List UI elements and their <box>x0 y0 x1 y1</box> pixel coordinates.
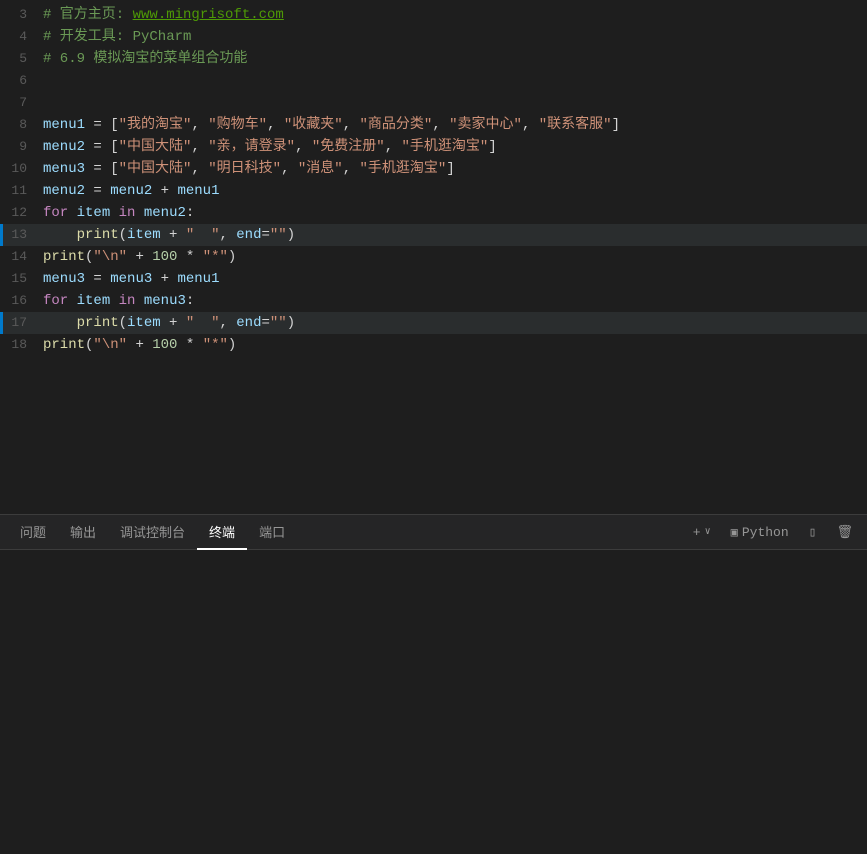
split-icon: ▯ <box>809 525 817 540</box>
code-line-14: 14 print("\n" + 100 * "*") <box>0 246 867 268</box>
line-content-13: print(item + " ", end="") <box>43 224 867 246</box>
line-content-16: for item in menu3: <box>43 290 867 312</box>
line-num-12: 12 <box>3 202 43 224</box>
code-line-17: 17 print(item + " ", end="") <box>0 312 867 334</box>
line-num-3: 3 <box>3 4 43 26</box>
panel-tabs-bar: 问题 输出 调试控制台 终端 端口 + ∨ ▣ Python ▯ <box>0 515 867 550</box>
line-content-14: print("\n" + 100 * "*") <box>43 246 867 268</box>
tab-output[interactable]: 输出 <box>58 515 108 550</box>
code-line-3: 3 # 官方主页: www.mingrisoft.com <box>0 4 867 26</box>
code-line-18: 18 print("\n" + 100 * "*") <box>0 334 867 356</box>
tab-ports[interactable]: 端口 <box>247 515 297 550</box>
code-line-11: 11 menu2 = menu2 + menu1 <box>0 180 867 202</box>
code-line-4: 4 # 开发工具: PyCharm <box>0 26 867 48</box>
line-content-15: menu3 = menu3 + menu1 <box>43 268 867 290</box>
line-content-11: menu2 = menu2 + menu1 <box>43 180 867 202</box>
line-num-9: 9 <box>3 136 43 158</box>
line-content-3: # 官方主页: www.mingrisoft.com <box>43 4 867 26</box>
line-content-12: for item in menu2: <box>43 202 867 224</box>
line-content-8: menu1 = ["我的淘宝", "购物车", "收藏夹", "商品分类", "… <box>43 114 867 136</box>
line-content-18: print("\n" + 100 * "*") <box>43 334 867 356</box>
code-line-5: 5 # 6.9 模拟淘宝的菜单组合功能 <box>0 48 867 70</box>
line-num-7: 7 <box>3 92 43 114</box>
code-line-15: 15 menu3 = menu3 + menu1 <box>0 268 867 290</box>
line-num-15: 15 <box>3 268 43 290</box>
tab-terminal[interactable]: 终端 <box>197 515 247 550</box>
line-num-5: 5 <box>3 48 43 70</box>
code-line-12: 12 for item in menu2: <box>0 202 867 224</box>
add-terminal-button[interactable]: + ∨ <box>687 523 717 542</box>
delete-terminal-button[interactable]: 🗑 <box>830 523 859 542</box>
line-num-10: 10 <box>3 158 43 180</box>
line-num-14: 14 <box>3 246 43 268</box>
terminal-icon: ▣ <box>731 525 738 540</box>
terminal-type-button[interactable]: ▣ Python <box>725 523 795 542</box>
code-line-10: 10 menu3 = ["中国大陆", "明日科技", "消息", "手机逛淘宝… <box>0 158 867 180</box>
line-num-8: 8 <box>3 114 43 136</box>
line-num-11: 11 <box>3 180 43 202</box>
line-num-17: 17 <box>3 312 43 334</box>
code-line-16: 16 for item in menu3: <box>0 290 867 312</box>
line-num-13: 13 <box>3 224 43 246</box>
line-num-6: 6 <box>3 70 43 92</box>
terminal-content[interactable] <box>0 550 867 854</box>
code-line-9: 9 menu2 = ["中国大陆", "亲，请登录", "免费注册", "手机逛… <box>0 136 867 158</box>
line-content-4: # 开发工具: PyCharm <box>43 26 867 48</box>
code-line-13: 13 print(item + " ", end="") <box>0 224 867 246</box>
tab-debug-console[interactable]: 调试控制台 <box>108 515 197 550</box>
line-content-10: menu3 = ["中国大陆", "明日科技", "消息", "手机逛淘宝"] <box>43 158 867 180</box>
code-line-6: 6 <box>0 70 867 92</box>
line-content-9: menu2 = ["中国大陆", "亲，请登录", "免费注册", "手机逛淘宝… <box>43 136 867 158</box>
code-lines: 3 # 官方主页: www.mingrisoft.com 4 # 开发工具: P… <box>0 0 867 356</box>
code-line-7: 7 <box>0 92 867 114</box>
tab-problems[interactable]: 问题 <box>8 515 58 550</box>
line-content-5: # 6.9 模拟淘宝的菜单组合功能 <box>43 48 867 70</box>
line-num-16: 16 <box>3 290 43 312</box>
panel-actions: + ∨ ▣ Python ▯ 🗑 <box>687 523 859 542</box>
bottom-panel: 问题 输出 调试控制台 终端 端口 + ∨ ▣ Python ▯ <box>0 514 867 854</box>
line-num-4: 4 <box>3 26 43 48</box>
trash-icon: 🗑 <box>836 525 853 540</box>
line-content-17: print(item + " ", end="") <box>43 312 867 334</box>
code-line-8: 8 menu1 = ["我的淘宝", "购物车", "收藏夹", "商品分类",… <box>0 114 867 136</box>
line-num-18: 18 <box>3 334 43 356</box>
code-editor[interactable]: 3 # 官方主页: www.mingrisoft.com 4 # 开发工具: P… <box>0 0 867 514</box>
split-terminal-button[interactable]: ▯ <box>803 523 823 542</box>
